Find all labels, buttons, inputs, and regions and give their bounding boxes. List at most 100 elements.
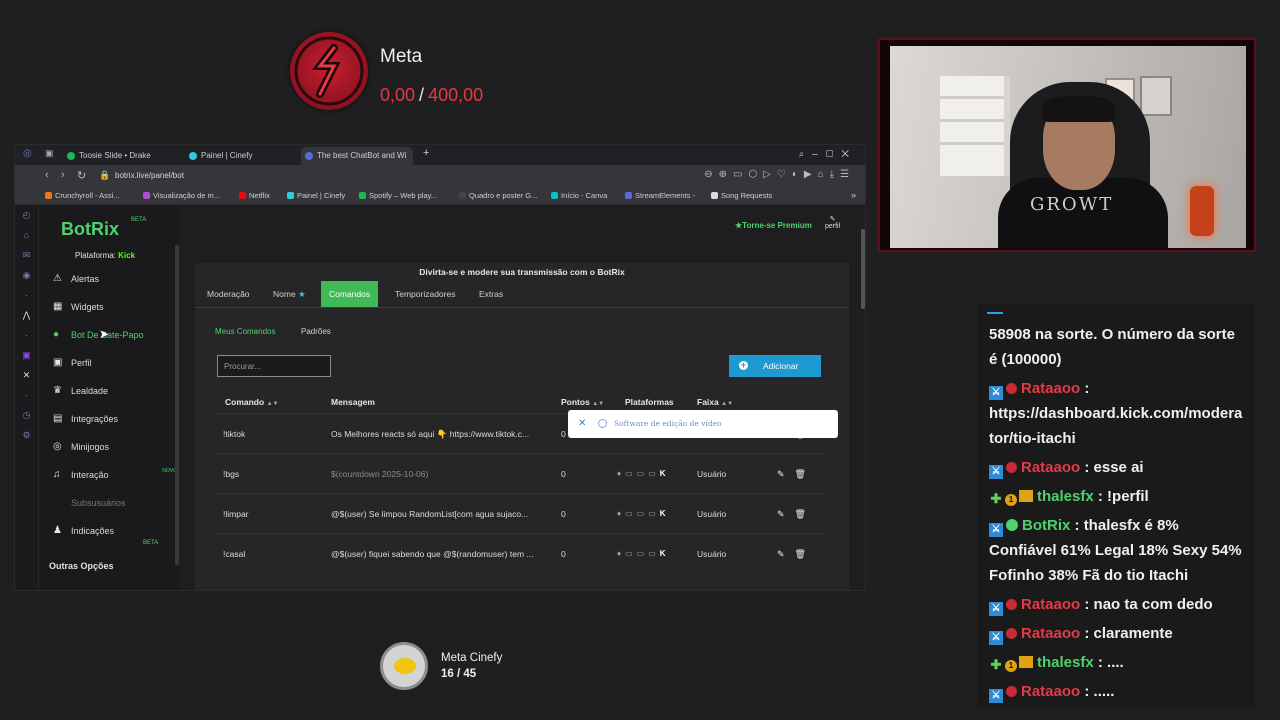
lock-icon: 🔒 — [99, 170, 111, 180]
bookmark-item[interactable]: Visualização de m... — [143, 191, 220, 200]
browser-tab-active[interactable]: The best ChatBot and Wi — [301, 147, 413, 165]
crown-icon — [1019, 490, 1033, 502]
badge-icon — [1006, 462, 1017, 473]
sidebar-item-perfil[interactable]: ▣ Perfil — [51, 353, 179, 373]
bookmark-icon — [143, 192, 150, 199]
close-icon[interactable]: ✕ — [841, 149, 857, 160]
gamepad-icon: ◎ — [53, 441, 62, 452]
moderator-icon: ⚔ — [989, 602, 1003, 616]
platform-value: Kick — [118, 251, 136, 260]
rail-twitch-icon[interactable]: ▣ — [15, 345, 38, 365]
botrix-logo[interactable]: BotRix — [61, 219, 119, 240]
table-row[interactable]: !bgs $(countdown 2025-10-06) 0 ♦▭▭▭K Usu… — [217, 453, 825, 493]
trash-icon[interactable]: 🗑 — [795, 549, 816, 559]
profile-icon: ▣ — [53, 357, 63, 368]
bookmark-item[interactable]: Crunchyroll - Assi... — [45, 191, 120, 200]
bookmarks-overflow-icon[interactable]: » — [851, 190, 856, 200]
tab-title: Toosie Slide • Drake — [79, 151, 151, 160]
bookmark-item[interactable]: Song Requests — [711, 191, 772, 200]
sidebar-item-subusuarios[interactable]: Subsusuários — [51, 493, 179, 513]
chat-message: ⚔ Rataaoo : ..... — [989, 679, 1247, 704]
webcam-poster — [1140, 76, 1172, 116]
username: Rataaoo — [1021, 380, 1081, 397]
reload-icon[interactable]: ↻ — [77, 169, 86, 182]
rail-clock-icon[interactable]: ◷ — [15, 405, 38, 425]
tab-comandos[interactable]: Comandos — [321, 281, 379, 307]
subtab-padroes[interactable]: Padrões — [301, 327, 331, 336]
sidebar-item-chatbot[interactable]: ● Bot De Bate-Papo — [51, 325, 179, 345]
table-row[interactable]: !limpar @$(user) Se limpou RandomList[co… — [217, 493, 825, 533]
message-text: nao ta com dedo — [1093, 596, 1213, 613]
edit-icon[interactable]: ✎ — [777, 469, 795, 479]
plus-badge-icon: ✚ — [990, 491, 1002, 506]
edit-icon[interactable]: ✎ — [777, 549, 795, 559]
notification-toast[interactable]: ✕ Software de edição de vídeo — [568, 410, 838, 438]
crunchyroll-icon — [45, 192, 52, 199]
tab-nome[interactable]: Nome ★ — [265, 281, 314, 307]
trash-icon[interactable]: 🗑 — [795, 469, 816, 479]
sidebar-item-lealdade[interactable]: ♛ Lealdade — [51, 381, 179, 401]
rail-whatsapp-icon[interactable]: ◉ — [15, 265, 38, 285]
bookmark-item[interactable]: Spotify – Web play... — [359, 191, 437, 200]
tab-group-icon[interactable]: ▣ — [45, 148, 54, 159]
column-header-comando[interactable]: Comando ▲▼ — [225, 397, 278, 407]
rail-x-icon[interactable]: ✕ — [15, 365, 38, 385]
browser-side-rail: ◴ ⌂ ✉ ◉ · ⋀ · ▣ ✕ · ◷ ⚙ — [15, 205, 39, 590]
moderator-icon: ⚔ — [989, 465, 1003, 479]
bookmark-item[interactable]: StreamElements - — [625, 191, 695, 200]
username: Rataaoo — [1021, 459, 1081, 476]
chat-message: ⚔ Rataaoo : https://dashboard.kick.com/mo… — [989, 380, 1243, 447]
search-input[interactable]: Procurar... — [217, 355, 331, 377]
toolbar-icons[interactable]: ⊖⊕▭⬡▷♡◐▶⌂⤓☰ — [704, 169, 855, 180]
page-scrollbar[interactable] — [861, 229, 865, 309]
sidebar-item-widgets[interactable]: ▦ Widgets — [51, 297, 179, 317]
column-header-pontos[interactable]: Pontos ▲▼ — [561, 397, 604, 407]
edit-icon[interactable]: ✎ — [777, 509, 795, 519]
streamelements-icon — [625, 192, 632, 199]
username: Rataaoo — [1021, 625, 1081, 642]
star-icon: ★ — [298, 289, 306, 299]
subtab-meus-comandos[interactable]: Meus Comandos — [215, 327, 275, 336]
browser-tab[interactable]: Painel | Cinefy — [185, 147, 252, 165]
sidebar-item-minijogos[interactable]: ◎ Minijogos — [51, 437, 179, 457]
browser-menu-icon[interactable]: ◎ — [23, 148, 32, 159]
sidebar-item-integracoes[interactable]: ▤ Integrações — [51, 409, 179, 429]
bookmark-item[interactable]: Início - Canva — [551, 191, 607, 200]
tab-moderacao[interactable]: Moderação — [199, 281, 258, 307]
rail-messenger-icon[interactable]: ✉ — [15, 245, 38, 265]
premium-link[interactable]: ★Torne-se Premium ✎ perfil — [735, 216, 840, 230]
username: thalesfx — [1037, 654, 1094, 671]
sidebar-scrollbar[interactable] — [175, 245, 179, 565]
minimize-icon[interactable]: – — [812, 149, 826, 160]
meta-goal-widget: Meta 0,00/400,00 — [290, 32, 550, 112]
table-row[interactable]: !casal @$(user) fiquei sabendo que @$(ra… — [217, 533, 825, 573]
canva-icon — [551, 192, 558, 199]
back-icon[interactable]: ‹ — [45, 169, 49, 181]
new-tab-button[interactable]: + — [423, 147, 429, 159]
forward-icon[interactable]: › — [61, 169, 65, 181]
profile-button[interactable]: ✎ perfil — [825, 215, 840, 230]
url-field[interactable]: botrix.live/panel/bot — [115, 171, 184, 180]
tab-temporizadores[interactable]: Temporizadores — [387, 281, 463, 307]
close-icon[interactable]: ✕ — [578, 410, 586, 438]
bookmark-item[interactable]: Painel | Cinefy — [287, 191, 345, 200]
rail-history-icon[interactable]: ◴ — [15, 205, 38, 225]
maximize-icon[interactable]: ▢ — [826, 149, 842, 160]
rail-settings-icon[interactable]: ⚙ — [15, 425, 38, 445]
sidebar-item-indicacoes[interactable]: ♟ Indicações BETA — [51, 521, 179, 546]
add-command-button[interactable]: + Adicionar — [729, 355, 821, 377]
browser-tab[interactable]: Toosie Slide • Drake — [63, 147, 151, 165]
tab-extras[interactable]: Extras — [471, 281, 511, 307]
bookmark-item[interactable]: Quadro e poster G... — [459, 191, 537, 200]
sort-icon: ▲▼ — [721, 401, 734, 407]
rail-bookmarks-icon[interactable]: ⌂ — [15, 225, 38, 245]
search-tabs-icon[interactable]: ⌕ — [799, 149, 813, 160]
command-role: Usuário — [697, 469, 727, 479]
column-header-faixa[interactable]: Faixa ▲▼ — [697, 397, 733, 407]
bookmark-item[interactable]: Netflix — [239, 191, 270, 200]
rail-app-icon[interactable]: ⋀ — [15, 305, 38, 325]
meta-separator: / — [419, 85, 425, 105]
sidebar-item-interacao[interactable]: ♫ Interação NOVO — [51, 465, 179, 485]
trash-icon[interactable]: 🗑 — [795, 509, 816, 519]
sidebar-item-alertas[interactable]: ⚠ Alertas — [51, 269, 179, 289]
